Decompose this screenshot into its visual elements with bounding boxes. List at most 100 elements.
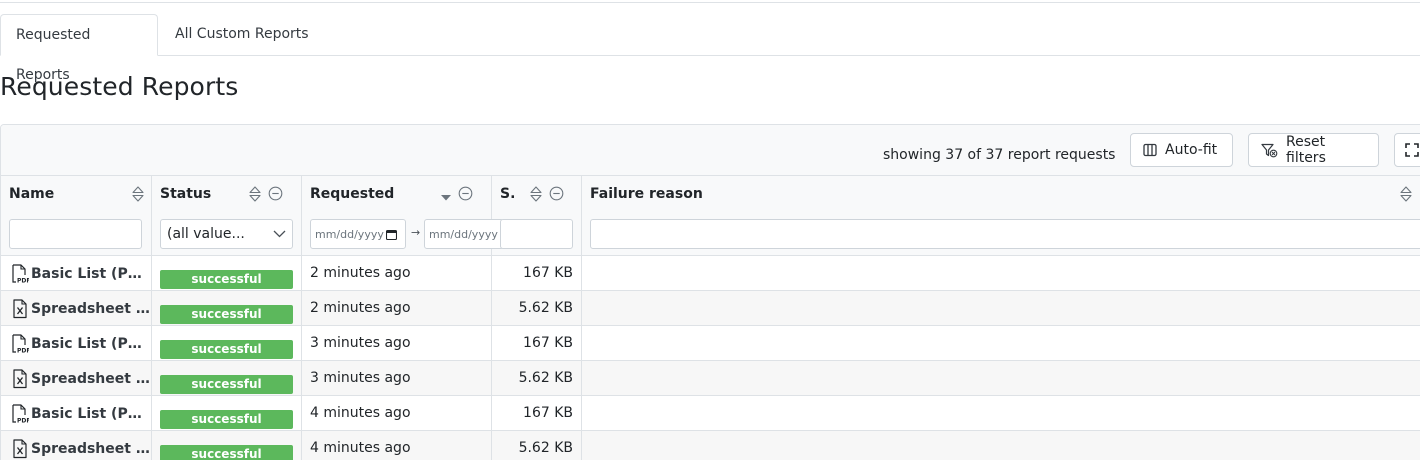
page-title: Requested Reports xyxy=(0,72,239,101)
table-row[interactable]: Spreadsheet (... successful 3 minutes ago 5… xyxy=(1,361,1420,396)
name-cell[interactable]: PDFBasic List (Pdf... xyxy=(1,256,152,291)
date-to-placeholder: mm/dd/yyyy xyxy=(429,227,498,241)
status-badge: successful xyxy=(160,410,293,429)
sort-descending-icon[interactable] xyxy=(440,186,452,202)
column-label-failure-reason: Failure reason xyxy=(590,186,703,202)
columns-icon xyxy=(1143,143,1157,157)
table-row[interactable]: Spreadsheet (... successful 2 minutes ago 5… xyxy=(1,291,1420,326)
top-divider xyxy=(0,2,1420,3)
size-cell: 5.62 KB xyxy=(492,291,582,326)
size-cell: 5.62 KB xyxy=(492,431,582,460)
size-cell: 167 KB xyxy=(492,396,582,431)
size-filter-input[interactable] xyxy=(500,219,573,249)
size-cell: 167 KB xyxy=(492,256,582,291)
column-label-requested: Requested xyxy=(310,186,395,202)
reset-filters-label: Reset filters xyxy=(1286,134,1326,166)
svg-text:PDF: PDF xyxy=(17,277,29,284)
excel-file-icon xyxy=(11,438,29,459)
column-label-size: S. xyxy=(500,186,516,202)
table-row[interactable]: PDFBasic List (Pdf... successful 2 minutes… xyxy=(1,256,1420,291)
failure-reason-cell xyxy=(582,256,1420,291)
column-header-failure-reason: Failure reason xyxy=(582,176,1420,256)
failure-reason-filter-input[interactable] xyxy=(590,219,1420,249)
report-name: Spreadsheet (... xyxy=(31,370,151,387)
status-badge: successful xyxy=(160,340,293,359)
requested-cell: 3 minutes ago xyxy=(302,326,492,361)
failure-reason-cell xyxy=(582,431,1420,460)
size-cell: 5.62 KB xyxy=(492,361,582,396)
status-badge: successful xyxy=(160,375,293,394)
status-cell: successful xyxy=(152,326,302,361)
report-name: Spreadsheet (... xyxy=(31,440,151,457)
status-badge: successful xyxy=(160,305,293,324)
remove-column-icon[interactable] xyxy=(549,186,564,201)
status-filter-select[interactable]: (all value... xyxy=(160,219,293,249)
column-label-status: Status xyxy=(160,186,212,202)
sort-icon[interactable] xyxy=(530,186,542,202)
excel-file-icon xyxy=(11,298,29,319)
requested-cell: 4 minutes ago xyxy=(302,396,492,431)
sort-icon[interactable] xyxy=(249,186,261,202)
requested-cell: 2 minutes ago xyxy=(302,256,492,291)
status-badge: successful xyxy=(160,445,293,460)
chevron-down-icon xyxy=(273,230,286,238)
status-cell: successful xyxy=(152,431,302,460)
auto-fit-button[interactable]: Auto-fit xyxy=(1130,133,1233,167)
failure-reason-cell xyxy=(582,291,1420,326)
requested-cell: 2 minutes ago xyxy=(302,291,492,326)
date-from-input[interactable]: mm/dd/yyyy xyxy=(310,219,406,249)
failure-reason-cell xyxy=(582,396,1420,431)
report-name: Basic List (Pdf... xyxy=(31,335,151,352)
table-row[interactable]: Spreadsheet (... successful 4 minutes ago 5… xyxy=(1,431,1420,460)
status-cell: successful xyxy=(152,291,302,326)
tab-all-custom-reports[interactable]: All Custom Reports xyxy=(160,14,324,56)
grid-toolbar: showing 37 of 37 report requests Auto-fi… xyxy=(1,125,1420,176)
grid-header: Name Status (all value... Requested mm/d… xyxy=(1,176,1420,256)
status-cell: successful xyxy=(152,396,302,431)
status-badge: successful xyxy=(160,270,293,289)
name-cell[interactable]: Spreadsheet (... xyxy=(1,291,152,326)
svg-text:PDF: PDF xyxy=(17,417,29,424)
size-cell: 167 KB xyxy=(492,326,582,361)
name-cell[interactable]: Spreadsheet (... xyxy=(1,361,152,396)
fullscreen-icon xyxy=(1405,143,1419,157)
column-header-status: Status (all value... xyxy=(152,176,302,256)
date-from-placeholder: mm/dd/yyyy xyxy=(315,227,384,241)
remove-column-icon[interactable] xyxy=(268,186,283,201)
sort-icon[interactable] xyxy=(132,186,144,202)
pdf-file-icon: PDF xyxy=(11,333,29,354)
table-row[interactable]: PDFBasic List (Pdf... successful 4 minutes… xyxy=(1,396,1420,431)
showing-count: showing 37 of 37 report requests xyxy=(883,147,1116,163)
name-filter-input[interactable] xyxy=(9,219,142,249)
column-header-requested: Requested mm/dd/yyyy → mm/dd/yyyy xyxy=(302,176,504,256)
report-name: Spreadsheet (... xyxy=(31,300,151,317)
name-cell[interactable]: Spreadsheet (... xyxy=(1,431,152,460)
auto-fit-label: Auto-fit xyxy=(1165,142,1218,158)
report-tabs: Requested Reports All Custom Reports xyxy=(0,14,1420,83)
reset-filters-button[interactable]: Reset filters xyxy=(1248,133,1379,167)
reports-grid: showing 37 of 37 report requests Auto-fi… xyxy=(0,124,1420,460)
requested-cell: 4 minutes ago xyxy=(302,431,492,460)
fullscreen-button[interactable] xyxy=(1394,133,1420,167)
remove-column-icon[interactable] xyxy=(458,186,473,201)
table-row[interactable]: PDFBasic List (Pdf... successful 3 minutes… xyxy=(1,326,1420,361)
sort-icon[interactable] xyxy=(1400,186,1412,202)
column-header-size: S. xyxy=(492,176,582,256)
excel-file-icon xyxy=(11,368,29,389)
column-label-name: Name xyxy=(9,186,55,202)
name-cell[interactable]: PDFBasic List (Pdf... xyxy=(1,396,152,431)
report-name: Basic List (Pdf... xyxy=(31,405,151,422)
status-filter-value: (all value... xyxy=(167,226,245,242)
column-header-name: Name xyxy=(1,176,152,256)
filter-reset-icon xyxy=(1261,143,1278,157)
requested-cell: 3 minutes ago xyxy=(302,361,492,396)
report-name: Basic List (Pdf... xyxy=(31,265,151,282)
name-cell[interactable]: PDFBasic List (Pdf... xyxy=(1,326,152,361)
calendar-icon xyxy=(385,229,397,240)
status-cell: successful xyxy=(152,361,302,396)
tab-requested-reports[interactable]: Requested Reports xyxy=(0,14,158,83)
failure-reason-cell xyxy=(582,326,1420,361)
status-cell: successful xyxy=(152,256,302,291)
svg-text:PDF: PDF xyxy=(17,347,29,354)
failure-reason-cell xyxy=(582,361,1420,396)
